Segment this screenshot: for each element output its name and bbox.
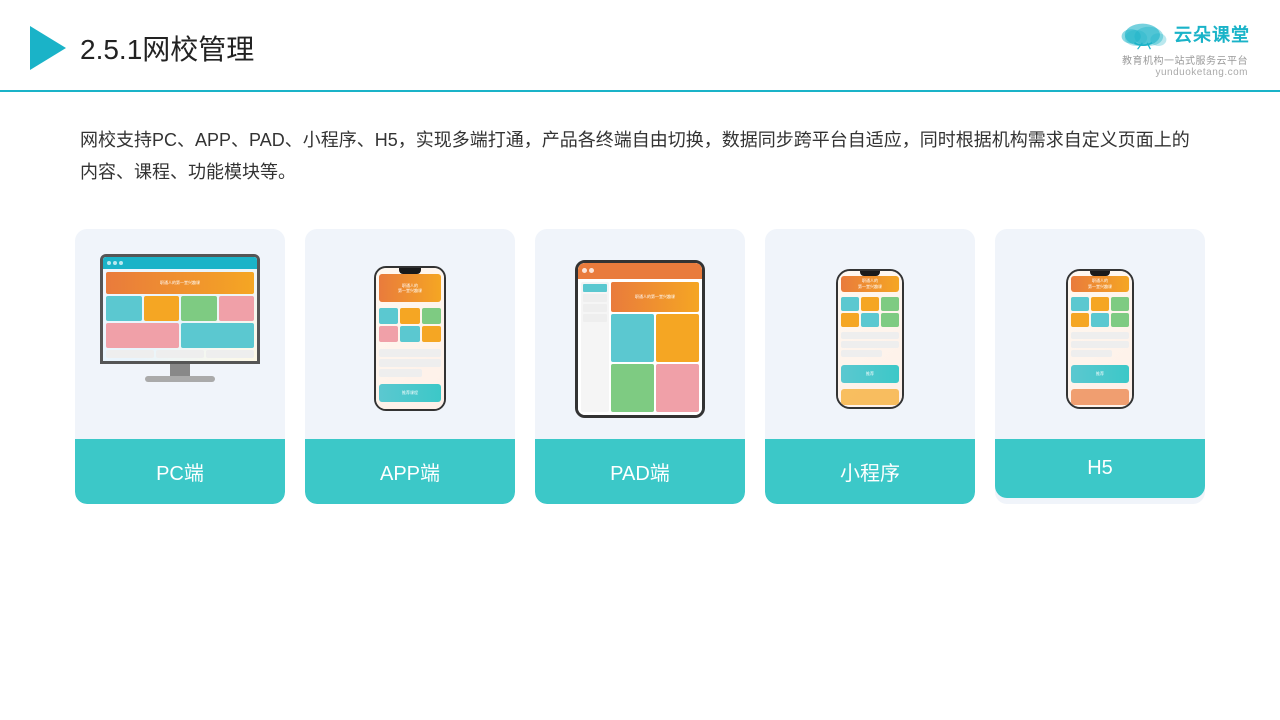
h5-phone-mockup: 职通人的第一堂兴趣课 <box>1066 269 1134 409</box>
cloud-logo-icon <box>1120 18 1168 50</box>
pc-mockup: 职通人的第一堂兴趣课 <box>95 254 265 424</box>
card-miniapp-label: 小程序 <box>765 439 975 504</box>
logo-area: 云朵课堂 教育机构一站式服务云平台 yunduoketang.com <box>1120 18 1250 78</box>
app-phone-mockup: 职通人的第一堂兴趣课 <box>374 266 446 411</box>
card-app-image: 职通人的第一堂兴趣课 <box>305 229 515 439</box>
card-pad-image: 职通人的第一堂兴趣课 <box>535 229 745 439</box>
card-pc-label: PC端 <box>75 439 285 504</box>
header-left: 2.5.1网校管理 <box>30 26 254 70</box>
card-pc: 职通人的第一堂兴趣课 <box>75 229 285 504</box>
cards-container: 职通人的第一堂兴趣课 <box>0 209 1280 534</box>
card-app-label: APP端 <box>305 439 515 504</box>
logo-name: 云朵课堂 <box>1174 21 1250 47</box>
card-pad: 职通人的第一堂兴趣课 PAD端 <box>535 229 745 504</box>
header: 2.5.1网校管理 云朵课堂 教育机构一站式服务云平台 yunduoketang… <box>0 0 1280 92</box>
description-text: 网校支持PC、APP、PAD、小程序、H5，实现多端打通，产品各终端自由切换，数… <box>0 92 1280 209</box>
card-pc-image: 职通人的第一堂兴趣课 <box>75 229 285 439</box>
page-title: 2.5.1网校管理 <box>80 28 254 68</box>
card-h5: 职通人的第一堂兴趣课 <box>995 229 1205 504</box>
logo-tagline: 教育机构一站式服务云平台 yunduoketang.com <box>1122 52 1248 78</box>
card-pad-label: PAD端 <box>535 439 745 504</box>
card-h5-label: H5 <box>995 439 1205 498</box>
card-miniapp-image: 职通人的第一堂兴趣课 <box>765 229 975 439</box>
play-icon <box>30 26 66 70</box>
card-app: 职通人的第一堂兴趣课 <box>305 229 515 504</box>
logo-cloud: 云朵课堂 <box>1120 18 1250 50</box>
miniapp-phone-mockup: 职通人的第一堂兴趣课 <box>836 269 904 409</box>
card-h5-image: 职通人的第一堂兴趣课 <box>995 229 1205 439</box>
card-miniapp: 职通人的第一堂兴趣课 <box>765 229 975 504</box>
pad-tablet-mockup: 职通人的第一堂兴趣课 <box>575 260 705 418</box>
